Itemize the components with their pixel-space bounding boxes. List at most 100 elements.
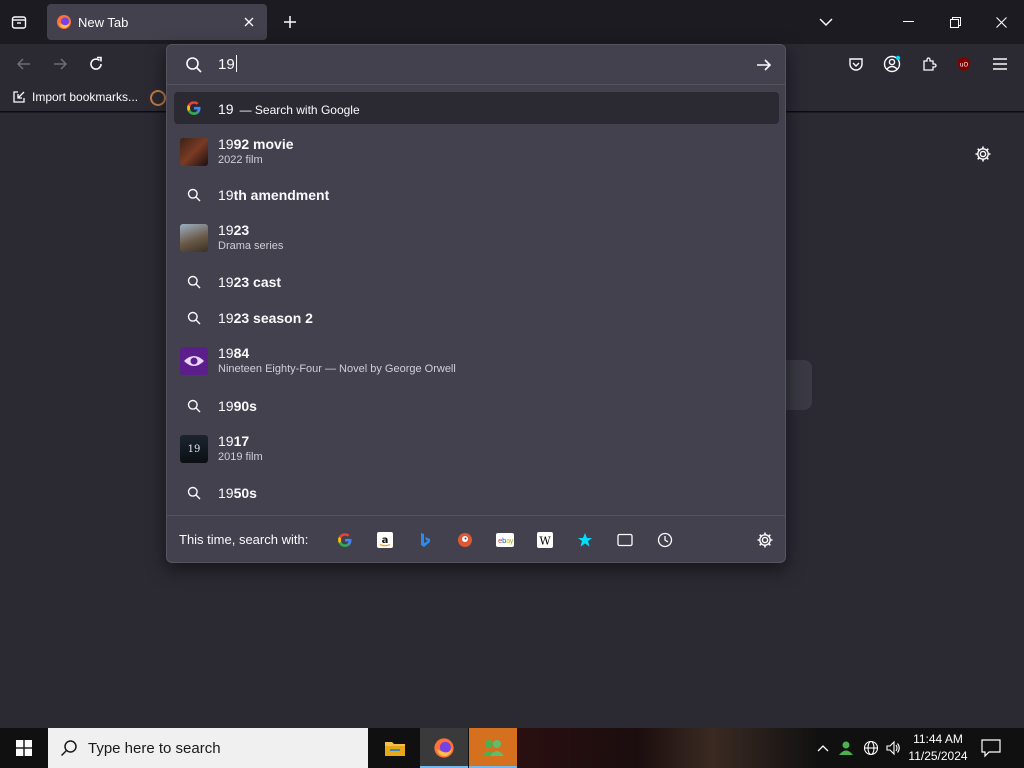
ublock-button[interactable]: uO — [952, 52, 976, 76]
engine-bing-button[interactable] — [416, 531, 434, 549]
show-hidden-icons-button[interactable] — [814, 738, 832, 758]
suggestion-rich[interactable]: 1923 Drama series — [174, 218, 779, 258]
reload-button[interactable] — [84, 52, 108, 76]
speaker-icon — [886, 740, 900, 756]
tab-title: New Tab — [78, 14, 129, 30]
thumb-wrap — [174, 132, 214, 172]
suggestion-description: Nineteen Eighty-Four — Novel by George O… — [218, 363, 456, 375]
suggestion-description: 2022 film — [218, 154, 263, 166]
thumb-wrap: 19 — [174, 429, 214, 469]
import-bookmarks-label: Import bookmarks... — [32, 90, 139, 104]
search-icon — [187, 486, 201, 500]
engine-amazon-button[interactable]: a — [376, 531, 394, 549]
taskbar-search-placeholder: Type here to search — [88, 739, 221, 757]
back-button[interactable] — [12, 52, 36, 76]
thumb-wrap — [174, 341, 214, 381]
suggestion-search[interactable]: 1923 season 2 — [174, 303, 779, 333]
google-icon — [338, 533, 352, 547]
suggestion-description: Drama series — [218, 240, 284, 252]
tab-strip: New Tab — [0, 0, 1024, 44]
lead — [174, 267, 214, 297]
people-icon — [482, 740, 504, 756]
taskbar-search-box[interactable]: Type here to search — [48, 728, 368, 768]
pocket-icon — [849, 58, 863, 71]
search-icon — [186, 57, 202, 73]
engine-duckduckgo-button[interactable] — [456, 531, 474, 549]
tabs-search-button[interactable] — [616, 531, 634, 549]
new-tab-button[interactable] — [280, 12, 300, 32]
import-bookmarks-button[interactable]: Import bookmarks... — [12, 90, 138, 104]
pocket-button[interactable] — [844, 52, 868, 76]
app-menu-button[interactable] — [988, 52, 1012, 76]
eye-icon — [184, 356, 204, 366]
reload-icon — [90, 56, 102, 70]
puzzle-icon — [923, 57, 937, 71]
firefox-icon — [434, 738, 454, 758]
forward-button[interactable] — [48, 52, 72, 76]
close-window-button[interactable] — [978, 0, 1024, 44]
taskbar-clock[interactable]: 11:44 AM 11/25/2024 — [900, 731, 976, 765]
notification-center-icon[interactable] — [980, 738, 1002, 758]
restore-button[interactable] — [932, 0, 978, 44]
firefox-taskbar-button[interactable] — [420, 728, 468, 768]
thumb-wrap — [174, 218, 214, 258]
tab-icon — [617, 533, 633, 547]
arrow-left-icon — [16, 58, 30, 70]
engine-google-button[interactable] — [336, 531, 354, 549]
chevron-up-icon — [817, 745, 829, 752]
engine-ebay-button[interactable]: ebay — [496, 531, 514, 549]
user-green-icon — [839, 741, 853, 755]
account-button[interactable] — [880, 52, 904, 76]
tray-app-icon[interactable] — [837, 738, 855, 758]
go-arrow-icon[interactable] — [755, 56, 773, 74]
urlbar-text: 19 — [218, 55, 237, 73]
suggestion-search[interactable]: 1950s — [174, 478, 779, 508]
plus-icon — [284, 16, 296, 28]
ublock-icon: uO — [958, 57, 970, 71]
suggestion-rich[interactable]: 1984 Nineteen Eighty-Four — Novel by Geo… — [174, 341, 779, 381]
suggestion-title: 1923 — [218, 222, 250, 238]
search-icon — [187, 399, 201, 413]
suggestion-title: 1950s — [218, 485, 257, 501]
google-text: 19 — Search with Google — [218, 101, 360, 119]
svg-text:a: a — [382, 535, 389, 546]
suggestion-search[interactable]: 1923 cast — [174, 267, 779, 297]
suggestion-search[interactable]: 1990s — [174, 391, 779, 421]
tab-new-tab[interactable]: New Tab — [47, 4, 267, 40]
suggestion-search[interactable]: 19th amendment — [174, 180, 779, 210]
network-button[interactable] — [862, 738, 880, 758]
svg-text:W: W — [539, 535, 551, 548]
urlbar-input[interactable]: 19 — [167, 45, 785, 85]
tab-close-button[interactable] — [239, 12, 259, 32]
chevron-down-icon — [819, 18, 833, 27]
suggestion-search-google[interactable]: 19 — Search with Google — [174, 92, 779, 124]
duckduckgo-icon — [458, 533, 472, 547]
star-icon — [578, 533, 592, 547]
svg-text:y: y — [510, 537, 514, 545]
gear-icon[interactable] — [756, 531, 774, 549]
history-search-button[interactable] — [656, 531, 674, 549]
file-explorer-button[interactable] — [371, 728, 419, 768]
minimize-button[interactable] — [885, 0, 931, 44]
newtab-settings-button[interactable] — [972, 143, 994, 165]
wikipedia-icon: W — [537, 532, 553, 548]
import-icon — [13, 91, 25, 103]
list-all-tabs-button[interactable] — [8, 12, 30, 32]
shortcut-card[interactable] — [786, 360, 812, 410]
suggestion-rich[interactable]: 19 1917 2019 film — [174, 429, 779, 469]
bookmarks-search-button[interactable] — [576, 531, 594, 549]
start-button[interactable] — [0, 728, 48, 768]
google-icon — [187, 101, 201, 115]
messenger-taskbar-button[interactable] — [469, 728, 517, 768]
arrow-right-icon — [54, 58, 68, 70]
lead — [174, 303, 214, 333]
bookmark-favicon[interactable] — [150, 90, 166, 106]
engine-wikipedia-button[interactable]: W — [536, 531, 554, 549]
extensions-button[interactable] — [917, 52, 941, 76]
lead — [174, 391, 214, 421]
search-icon — [60, 740, 77, 757]
suggestion-rich[interactable]: 1992 movie 2022 film — [174, 132, 779, 172]
restore-icon — [949, 16, 961, 28]
windows-taskbar: Type here to search 11:44 AM 11/25/2024 — [0, 728, 1024, 768]
tab-overflow-button[interactable] — [816, 12, 836, 32]
